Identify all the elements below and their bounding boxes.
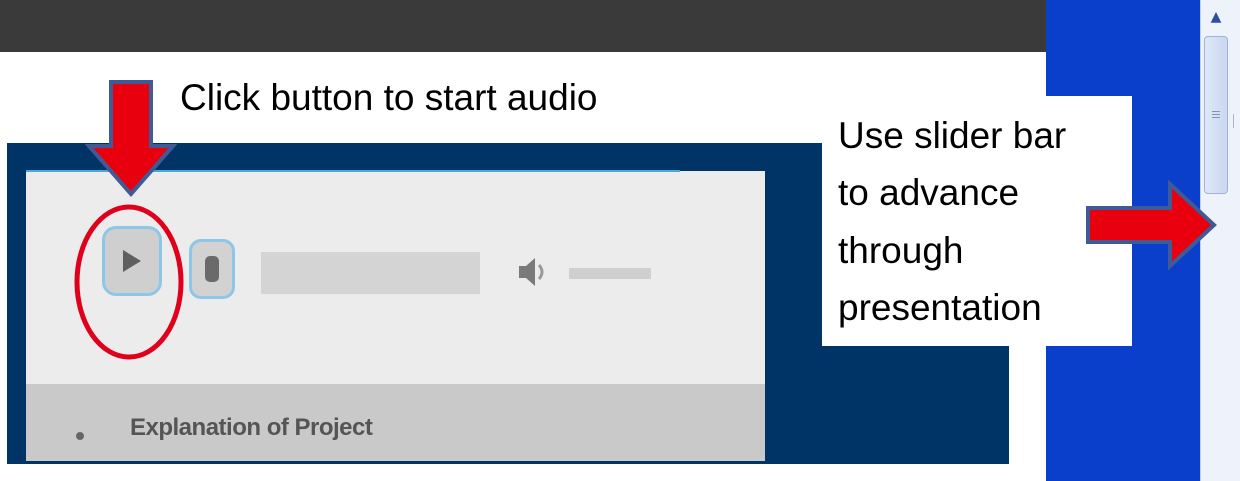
scroll-tick [1233,114,1240,128]
red-arrow-down [85,80,177,198]
grip-line [1212,114,1220,115]
audio-instruction-text: Click button to start audio [180,77,598,118]
slider-instruction-line: presentation [838,287,1042,328]
scroll-thumb[interactable] [1204,36,1228,194]
red-arrow-right [1086,180,1217,270]
slider-instruction-line: to advance [838,172,1020,213]
chevron-up-icon[interactable]: ▲ [1205,4,1227,30]
menu-item-explanation[interactable]: Explanation of Project [130,414,373,442]
window-top-bar [0,0,1046,52]
stop-button[interactable] [189,239,235,299]
grip-line [1212,117,1220,118]
bullet-icon [76,432,84,440]
stop-icon [205,256,219,282]
audio-progress-bar[interactable] [261,252,480,294]
slider-instruction-line: through [838,230,964,271]
volume-slider[interactable] [569,268,651,279]
slider-instruction-line: Use slider bar [838,115,1067,156]
grip-line [1212,111,1220,112]
volume-icon[interactable] [516,254,552,290]
highlight-circle [74,204,184,360]
